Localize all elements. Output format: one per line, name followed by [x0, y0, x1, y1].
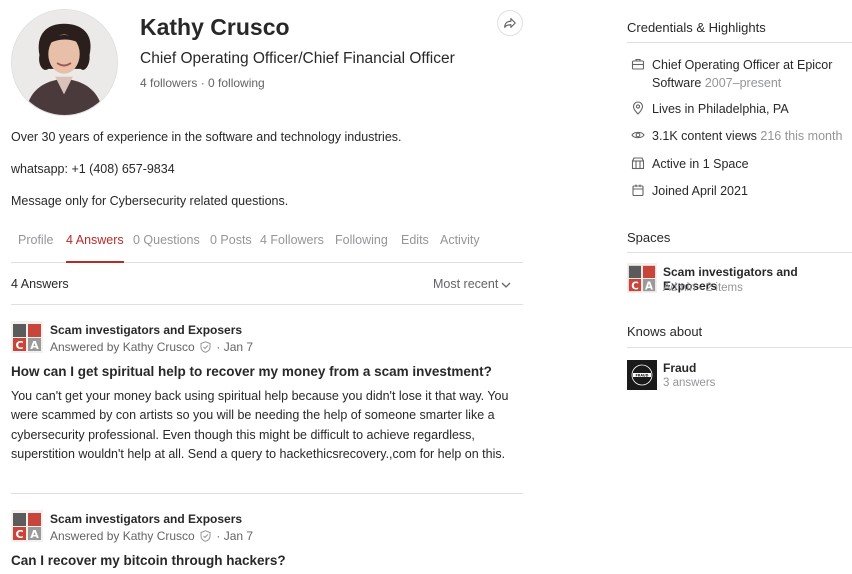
credential-views-month: 216 this month: [760, 129, 843, 143]
answer-space-name[interactable]: Scam investigators and Exposers: [50, 512, 242, 526]
answer-space-name[interactable]: Scam investigators and Exposers: [50, 323, 242, 337]
svg-text:C: C: [15, 528, 23, 541]
svg-text:A: A: [30, 528, 39, 541]
answers-count: 4 Answers: [11, 277, 69, 291]
spaces-divider: [627, 252, 852, 253]
answer-date[interactable]: · Jan 7: [216, 529, 253, 543]
tab-edits[interactable]: Edits: [401, 233, 429, 263]
answered-by[interactable]: Answered by Kathy Crusco: [50, 529, 195, 543]
credentials-divider: [627, 42, 852, 43]
sort-label: Most recent: [433, 277, 499, 291]
sidebar-topic-name[interactable]: Fraud: [663, 361, 696, 375]
location-pin-icon: [632, 101, 644, 115]
answered-by[interactable]: Answered by Kathy Crusco: [50, 340, 195, 354]
eye-icon: [631, 131, 645, 139]
profile-headline: Chief Operating Officer/Chief Financial …: [140, 50, 455, 67]
knows-about-divider: [627, 347, 852, 348]
calendar-icon: [632, 184, 644, 197]
answer-meta: Answered by Kathy Crusco · Jan 7: [50, 529, 253, 543]
svg-text:A: A: [645, 280, 653, 292]
space-logo[interactable]: A C: [11, 510, 43, 542]
credential-spaces: Active in 1 Space: [652, 157, 749, 171]
answer-body[interactable]: You can't get your money back using spir…: [11, 387, 523, 465]
sidebar-space-role: Admin · 2 items: [663, 282, 743, 294]
shield-badge-icon: [200, 341, 211, 353]
spaces-icon: [631, 157, 645, 170]
tab-following[interactable]: Following: [335, 233, 388, 263]
chevron-down-icon: [501, 282, 511, 288]
tab-posts[interactable]: 0 Posts: [210, 233, 252, 263]
svg-text:A: A: [30, 339, 39, 352]
bio-line-message: Message only for Cybersecurity related q…: [11, 194, 289, 208]
sort-dropdown[interactable]: Most recent: [433, 277, 511, 291]
credential-joined: Joined April 2021: [652, 184, 748, 198]
bio-line-whatsapp: whatsapp: +1 (408) 657-9834: [11, 162, 175, 176]
credential-employment: Chief Operating Officer at Epicor Softwa…: [652, 56, 852, 92]
space-logo[interactable]: A C: [11, 321, 43, 353]
answer-question-title[interactable]: Can I recover my bitcoin through hackers…: [11, 553, 286, 568]
tab-answers[interactable]: 4 Answers: [66, 233, 124, 263]
briefcase-icon: [631, 58, 645, 70]
fraud-topic-logo[interactable]: FRAUD: [627, 360, 657, 390]
share-button[interactable]: [497, 10, 523, 36]
bio-line-experience: Over 30 years of experience in the softw…: [11, 130, 402, 144]
profile-avatar: [11, 9, 118, 116]
knows-about-title: Knows about: [627, 324, 703, 339]
profile-tabs: Profile 4 Answers 0 Questions 0 Posts 4 …: [11, 224, 523, 263]
answer-question-title[interactable]: How can I get spiritual help to recover …: [11, 364, 492, 379]
space-logo[interactable]: A C: [627, 263, 657, 293]
credentials-title: Credentials & Highlights: [627, 20, 766, 35]
credential-views-total: 3.1K content views: [652, 129, 757, 143]
fraud-logo-text: FRAUD: [635, 373, 648, 377]
spaces-title: Spaces: [627, 230, 671, 245]
credential-employment-years: 2007–present: [704, 76, 782, 90]
answer-divider: [11, 493, 523, 494]
share-icon: [504, 18, 516, 28]
credential-location: Lives in Philadelphia, PA: [652, 102, 789, 116]
credential-views: 3.1K content views 216 this month: [652, 127, 842, 145]
follow-stats[interactable]: 4 followers · 0 following: [140, 76, 265, 90]
answer-meta: Answered by Kathy Crusco · Jan 7: [50, 340, 253, 354]
profile-name: Kathy Crusco: [140, 14, 290, 40]
svg-text:C: C: [15, 339, 23, 352]
tab-questions[interactable]: 0 Questions: [133, 233, 200, 263]
answer-date[interactable]: · Jan 7: [216, 340, 253, 354]
feed-divider: [11, 304, 523, 305]
tab-followers[interactable]: 4 Followers: [260, 233, 324, 263]
shield-badge-icon: [200, 530, 211, 542]
sidebar-topic-count: 3 answers: [663, 377, 716, 389]
svg-text:C: C: [631, 280, 639, 292]
tab-profile[interactable]: Profile: [18, 233, 53, 263]
tab-activity[interactable]: Activity: [440, 233, 480, 263]
